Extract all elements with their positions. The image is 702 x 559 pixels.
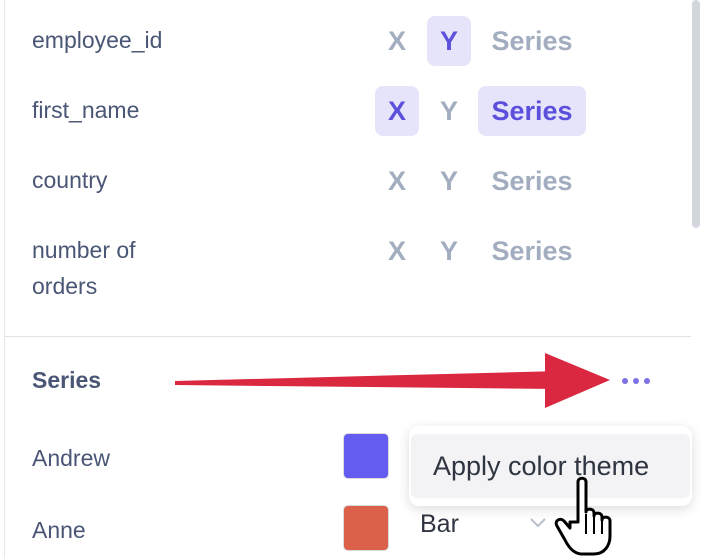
chevron-down-icon[interactable]: [528, 512, 548, 532]
scrollbar-thumb[interactable]: [692, 0, 700, 228]
number-of-orders-series-toggle[interactable]: Series: [478, 226, 586, 276]
panel-left-border: [4, 0, 5, 559]
field-label-country: country: [32, 167, 108, 193]
series-type-select-anne[interactable]: Bar: [420, 510, 459, 539]
more-dots-icon[interactable]: [622, 378, 650, 384]
number-of-orders-x-toggle[interactable]: X: [375, 226, 419, 276]
employee-id-series-toggle[interactable]: Series: [478, 16, 586, 66]
series-name-anne: Anne: [32, 517, 86, 543]
field-label-number-of-orders-line1: number of: [32, 237, 136, 263]
hand-pointer-icon: [554, 476, 612, 556]
employee-id-x-toggle[interactable]: X: [375, 16, 419, 66]
country-y-toggle[interactable]: Y: [427, 156, 471, 206]
field-label-number-of-orders-line2: orders: [32, 273, 98, 299]
number-of-orders-y-toggle[interactable]: Y: [427, 226, 471, 276]
first-name-y-toggle[interactable]: Y: [427, 86, 471, 136]
series-color-swatch-anne[interactable]: [343, 505, 389, 551]
country-x-toggle[interactable]: X: [375, 156, 419, 206]
field-label-first-name: first_name: [32, 97, 140, 123]
employee-id-y-toggle[interactable]: Y: [427, 16, 471, 66]
series-section-heading: Series: [32, 367, 102, 393]
country-series-toggle[interactable]: Series: [478, 156, 586, 206]
first-name-x-toggle[interactable]: X: [375, 86, 419, 136]
section-divider: [5, 336, 691, 337]
field-label-employee-id: employee_id: [32, 27, 163, 53]
series-color-swatch-andrew[interactable]: [343, 433, 389, 479]
series-name-andrew: Andrew: [32, 445, 110, 471]
first-name-series-toggle[interactable]: Series: [478, 86, 586, 136]
